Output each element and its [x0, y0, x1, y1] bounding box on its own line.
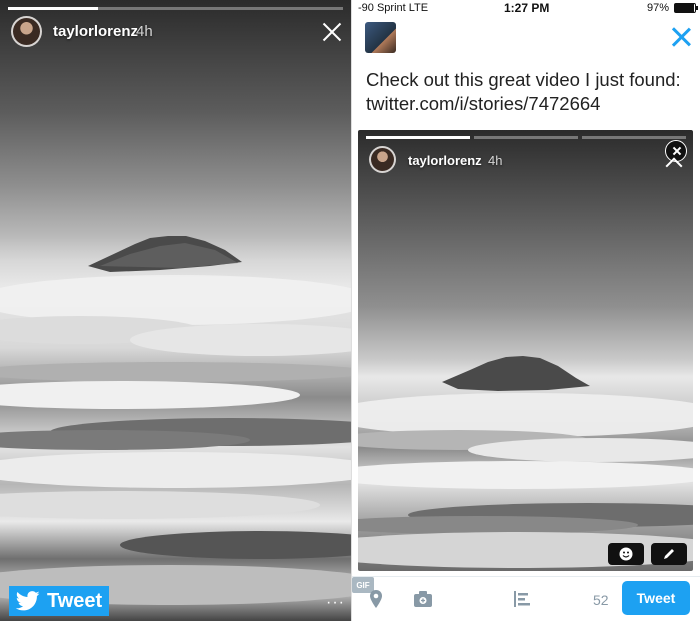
- story-scene-image: [0, 236, 351, 605]
- story-scene-image: [358, 356, 693, 568]
- tweet-badge-label: Tweet: [47, 589, 103, 612]
- story-timestamp: 4h: [136, 23, 153, 40]
- story-progress-fill: [8, 7, 99, 10]
- story-progress-segment: [474, 136, 578, 139]
- story-progress-segment: [366, 136, 470, 139]
- story-progress-bar: [366, 136, 686, 139]
- carrier-label: -90 Sprint LTE: [358, 2, 429, 14]
- story-progress-segment: [582, 136, 686, 139]
- clock: 1:27 PM: [504, 1, 550, 15]
- camera-icon[interactable]: [413, 589, 433, 609]
- character-count: 52: [593, 592, 609, 608]
- battery-percent: 97%: [647, 2, 670, 14]
- avatar: [369, 146, 396, 173]
- compose-tweet-screen: -90 Sprint LTE 1:27 PM 97% Check out thi…: [351, 0, 700, 621]
- story-username[interactable]: taylorlorenz: [53, 23, 138, 40]
- pencil-icon: [664, 549, 674, 559]
- more-options-icon[interactable]: ···: [326, 594, 345, 612]
- poll-icon[interactable]: [512, 589, 532, 609]
- tweet-button[interactable]: Tweet: [622, 581, 690, 615]
- close-icon[interactable]: [672, 28, 690, 46]
- status-bar: -90 Sprint LTE 1:27 PM 97%: [352, 0, 700, 16]
- smiley-icon: [619, 547, 633, 561]
- location-pin-icon[interactable]: [366, 589, 386, 609]
- story-timestamp: 4h: [488, 153, 503, 168]
- battery-icon: [674, 3, 698, 13]
- tweet-this-story-button[interactable]: Tweet: [9, 586, 109, 616]
- close-icon[interactable]: [322, 22, 342, 42]
- avatar[interactable]: [11, 16, 42, 47]
- tweet-text-input[interactable]: Check out this great video I just found:…: [366, 68, 691, 116]
- edit-button[interactable]: [651, 543, 687, 565]
- story-username: taylorlorenz: [408, 153, 482, 168]
- sticker-button[interactable]: [608, 543, 644, 565]
- twitter-bird-icon: [15, 591, 40, 611]
- story-viewer: taylorlorenz 4h Tweet ···: [0, 0, 351, 621]
- story-progress-bar: [8, 7, 343, 10]
- avatar[interactable]: [365, 22, 396, 53]
- attached-story-card[interactable]: taylorlorenz 4h: [358, 130, 693, 571]
- compose-toolbar: GIF 52 Tweet: [352, 576, 700, 621]
